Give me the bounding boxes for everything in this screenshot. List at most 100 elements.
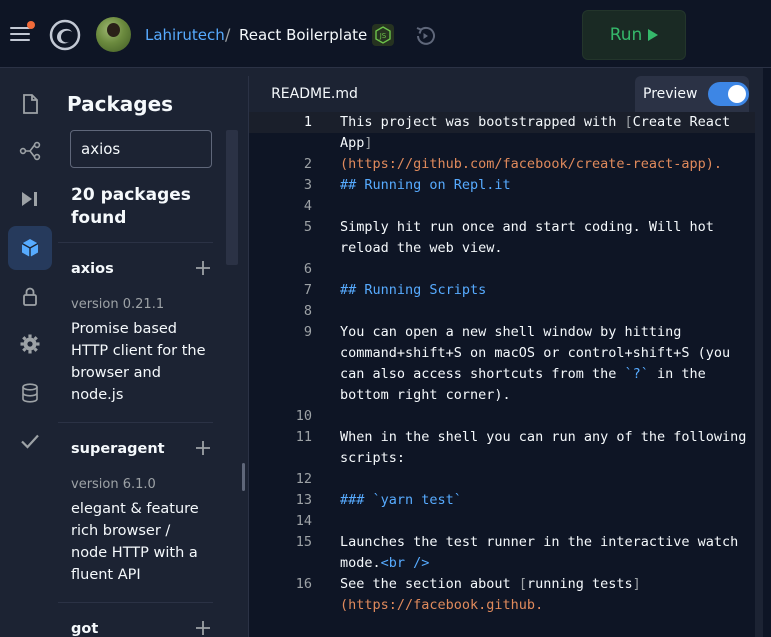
settings-gear-icon[interactable] [8,322,52,366]
play-icon [648,29,659,41]
code-token: Simply hit run once and start coding. Wi… [340,219,723,256]
code-token: ## Running on Repl.it [340,177,511,193]
code-token: This project was bootstrapped with [340,114,625,130]
breadcrumb-username[interactable]: Lahirutech [145,26,225,44]
menu-icon[interactable] [10,27,30,43]
code-token: ### `yarn test` [340,492,462,508]
code-line[interactable]: 9 You can open a new shell window by hitt… [249,322,764,406]
line-text: When in the shell you can run any of the… [340,427,750,469]
code-line[interactable]: 7 ## Running Scripts [249,280,764,301]
preview-toggle-container: Preview [635,76,749,112]
line-number: 6 [303,261,312,277]
add-package-icon[interactable] [193,258,213,278]
top-bar: Lahirutech / React Boilerplate JS Run [0,0,771,68]
line-text: Simply hit run once and start coding. Wi… [340,217,750,259]
line-number: 10 [295,408,312,424]
package-item[interactable]: superagent version 6.1.0 elegant & featu… [58,422,213,602]
line-number: 2 [303,156,312,172]
package-version: version 6.1.0 [71,477,156,492]
package-description: elegant & feature rich browser / node HT… [71,501,199,583]
code-token: ] [632,576,641,592]
packages-title: Packages [67,92,174,116]
code-line[interactable]: 11 When in the shell you can run any of t… [249,427,764,469]
code-line[interactable]: 5 Simply hit run once and start coding. W… [249,217,764,259]
code-line[interactable]: 13 ### `yarn test` [249,490,764,511]
history-icon[interactable] [413,24,437,48]
line-number: 7 [303,282,312,298]
package-version: version 0.21.1 [71,297,165,312]
line-number: 11 [295,429,312,445]
package-list: axios version 0.21.1 Promise based HTTP … [58,242,213,637]
files-icon[interactable] [8,82,52,126]
nodejs-icon: JS [372,24,394,46]
package-item[interactable]: axios version 0.21.1 Promise based HTTP … [58,242,213,422]
database-icon[interactable] [8,371,52,415]
code-line[interactable]: 12 [249,469,764,490]
line-number: 3 [303,177,312,193]
code-line[interactable]: 10 [249,406,764,427]
svg-text:JS: JS [379,32,387,40]
add-package-icon[interactable] [193,438,213,458]
code-line[interactable]: 14 [249,511,764,532]
line-number: 16 [295,576,312,592]
code-token: [ [518,576,527,592]
repl-name[interactable]: React Boilerplate [239,26,367,44]
line-number: 4 [303,198,312,214]
tab-readme[interactable]: README.md [249,76,380,112]
code-token: [ [624,114,633,130]
line-number: 15 [295,534,312,550]
line-text: ### `yarn test` [340,490,750,511]
code-token: `?` [624,366,649,382]
code-token: When in the shell you can run any of the… [340,429,755,466]
run-button[interactable]: Run [582,10,686,60]
preview-toggle[interactable] [707,82,749,106]
code-line[interactable]: 6 [249,259,764,280]
line-text: ## Running on Repl.it [340,175,750,196]
breadcrumb-separator: / [225,25,231,44]
secrets-lock-icon[interactable] [8,274,52,318]
code-editor[interactable]: 1 This project was bootstrapped with [Cre… [249,112,764,637]
code-token: ## Running Scripts [340,282,487,298]
editor-pane: README.md Preview 1 This project was boot… [248,76,764,637]
line-number: 14 [295,513,312,529]
line-number: 5 [303,219,312,235]
preview-label: Preview [643,86,698,102]
line-number: 9 [303,324,312,340]
user-avatar[interactable] [96,17,131,52]
code-token: See the section about [340,576,519,592]
packages-scrollbar[interactable] [226,130,238,265]
code-token: running tests [526,576,633,592]
code-token: ] [364,135,373,151]
code-line[interactable]: 4 [249,196,764,217]
package-item[interactable]: got [58,602,213,637]
notification-dot [27,21,35,29]
replit-logo-icon[interactable] [48,18,82,52]
line-number: 12 [295,471,312,487]
package-name: axios [71,261,114,277]
package-name: superagent [71,441,165,457]
code-token: (https://facebook.github. [340,597,544,613]
code-line[interactable]: 15 Launches the test runner in the intera… [249,532,764,574]
package-name: got [71,621,99,637]
debugger-icon[interactable] [8,177,52,221]
code-line[interactable]: 3 ## Running on Repl.it [249,175,764,196]
line-text: See the section about [running tests] (h… [340,574,750,616]
package-description: Promise based HTTP client for the browse… [71,321,206,403]
line-number: 8 [303,303,312,319]
code-line[interactable]: 1 This project was bootstrapped with [Cre… [249,112,764,172]
code-line[interactable]: 16 See the section about [running tests] … [249,574,764,616]
panel-resize-handle[interactable] [242,463,245,491]
line-number: 13 [295,492,312,508]
packages-icon[interactable] [8,226,52,270]
packages-found-count: 20 packages found [71,185,191,228]
activity-bar [0,76,60,637]
code-line[interactable]: 8 [249,301,764,322]
package-search-input[interactable] [70,130,212,168]
version-control-icon[interactable] [8,129,52,173]
line-text: ## Running Scripts [340,280,750,301]
add-package-icon[interactable] [193,618,213,637]
code-line[interactable]: 2 [249,154,764,175]
code-token: <br /> [380,555,430,571]
right-panel-edge [763,68,771,637]
checkmark-icon[interactable] [8,419,52,463]
